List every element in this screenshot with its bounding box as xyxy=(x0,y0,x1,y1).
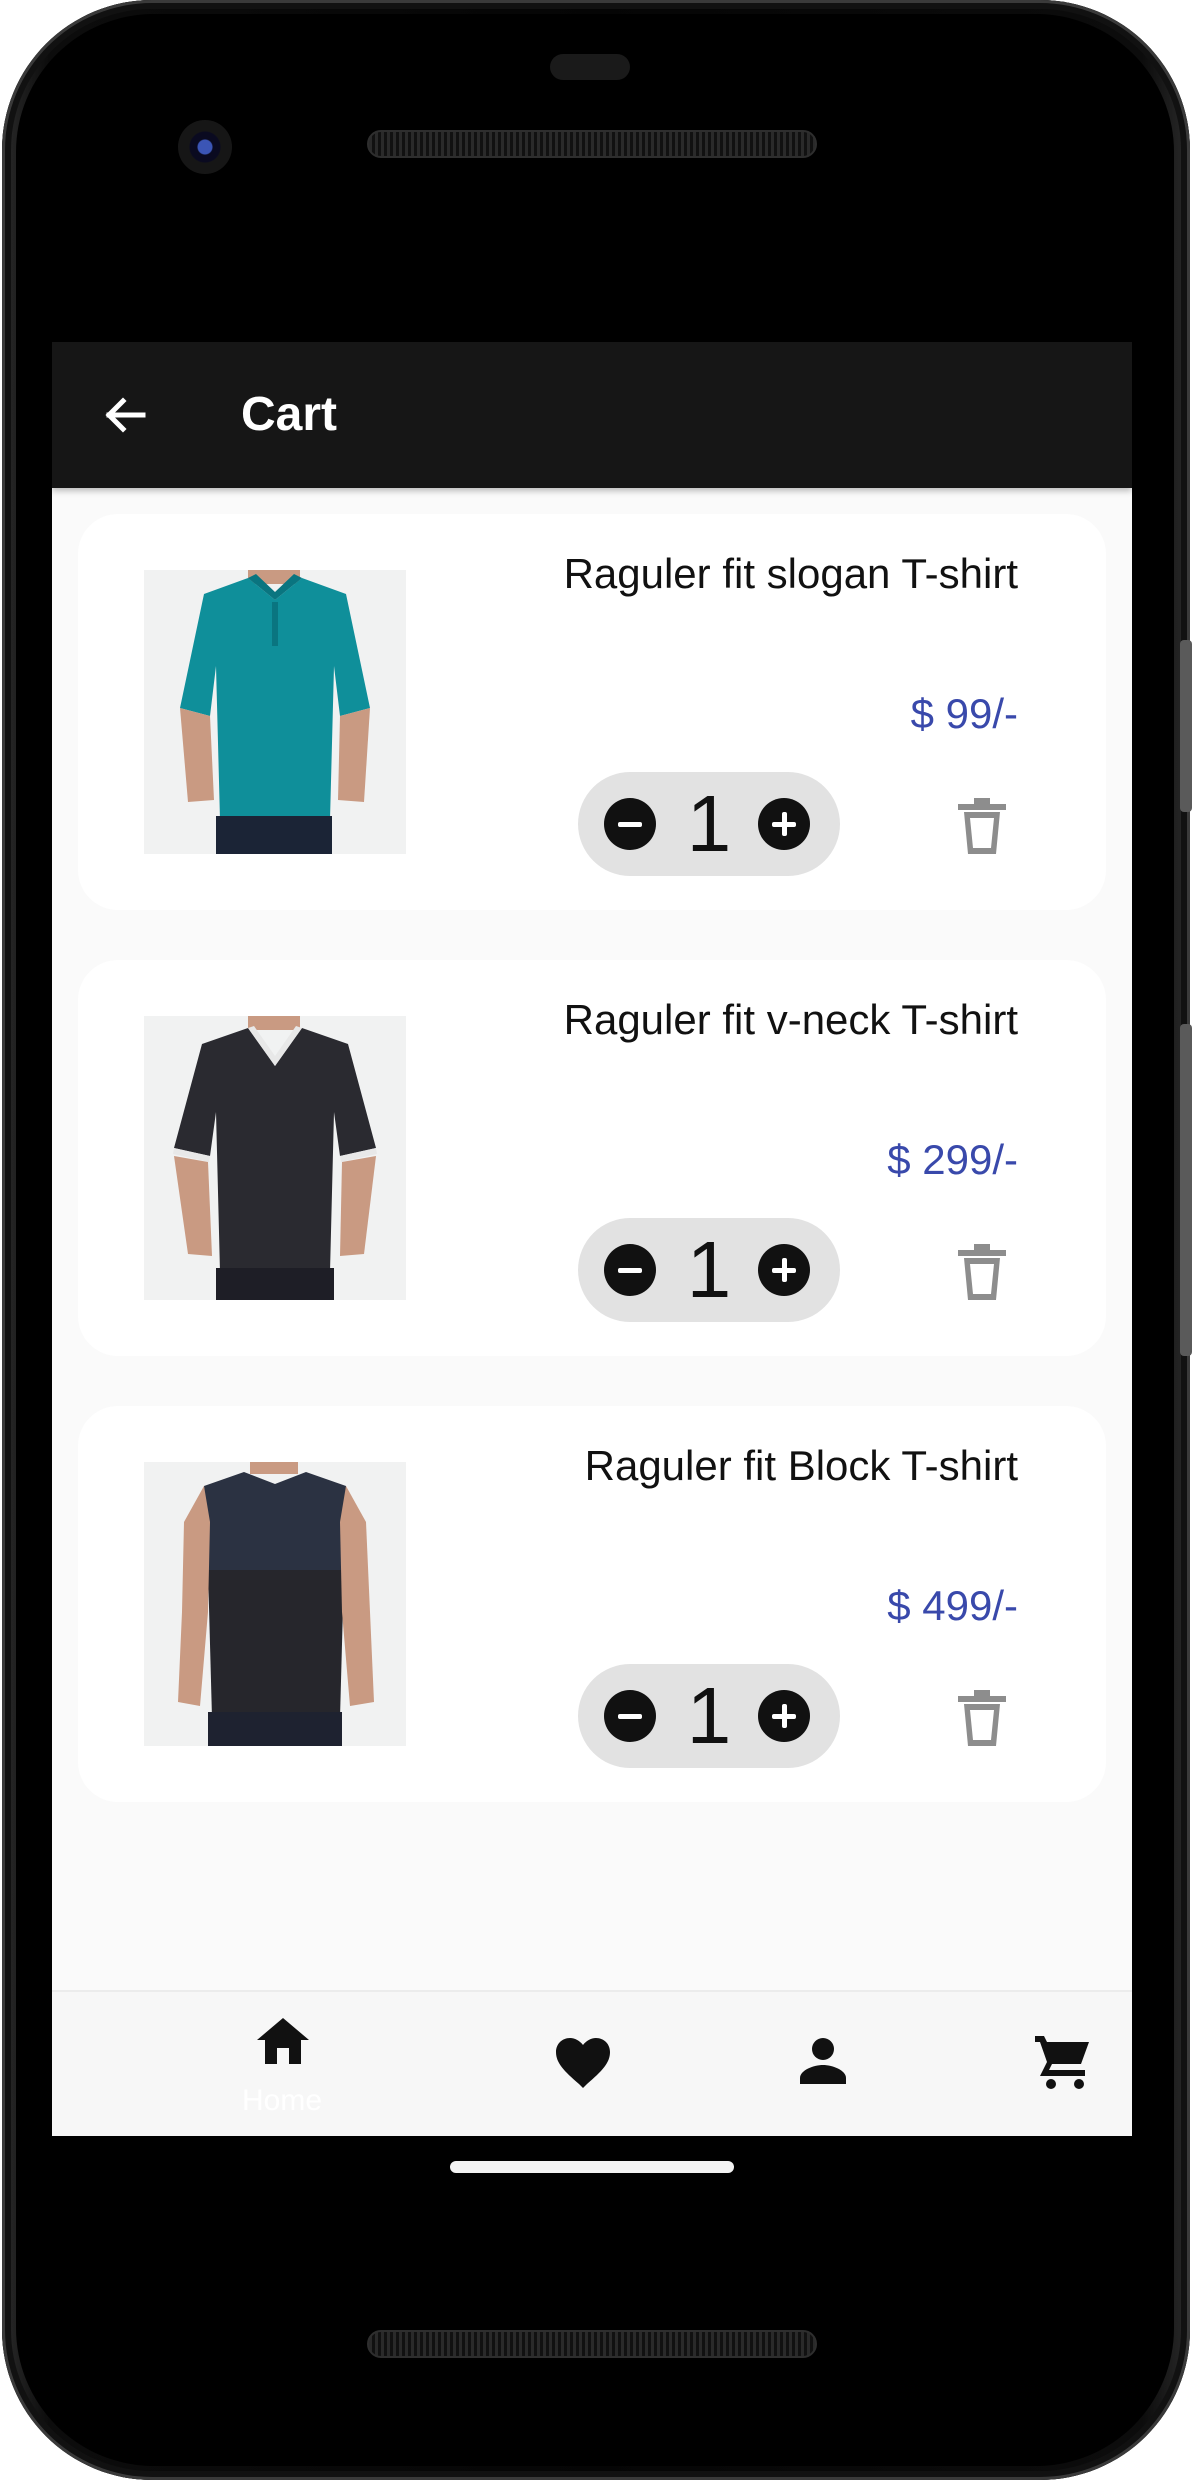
delete-item-button[interactable] xyxy=(954,1242,1010,1302)
volume-button xyxy=(1180,640,1192,812)
decrease-quantity-button[interactable] xyxy=(604,1690,656,1742)
sensor-notch xyxy=(550,54,630,80)
product-name: Raguler fit slogan T-shirt xyxy=(563,550,1018,597)
delete-item-button[interactable] xyxy=(954,1688,1010,1748)
product-image[interactable] xyxy=(144,1462,406,1746)
quantity-stepper: 1 xyxy=(578,1664,840,1768)
product-name: Raguler fit v-neck T-shirt xyxy=(563,996,1018,1043)
nav-item-profile[interactable] xyxy=(722,1992,922,2136)
home-indicator[interactable] xyxy=(450,2161,734,2173)
app-screen: Cart Raguler fit slogan T-shirt $ 99/- 1… xyxy=(52,342,1132,2136)
quantity-value: 1 xyxy=(686,1671,732,1760)
product-image[interactable] xyxy=(144,570,406,854)
heart-icon xyxy=(556,2038,610,2088)
page-title: Cart xyxy=(241,388,338,441)
front-camera xyxy=(178,120,232,174)
product-price: $ 299/- xyxy=(887,1136,1018,1183)
nav-label-home: Home xyxy=(241,2084,323,2117)
bottom-navigation: Home xyxy=(52,1990,1132,2136)
back-button[interactable] xyxy=(92,382,158,448)
phone-frame: Cart Raguler fit slogan T-shirt $ 99/- 1… xyxy=(0,0,1194,2480)
quantity-value: 1 xyxy=(686,1225,732,1314)
cart-icon xyxy=(1035,2036,1089,2089)
increase-quantity-button[interactable] xyxy=(758,798,810,850)
home-icon xyxy=(257,2018,309,2064)
cart-item-card: Raguler fit v-neck T-shirt $ 299/- 1 xyxy=(78,960,1106,1356)
trash-icon xyxy=(958,1690,1006,1746)
bottom-speaker xyxy=(367,2330,817,2358)
product-price: $ 499/- xyxy=(887,1582,1018,1629)
product-image[interactable] xyxy=(144,1016,406,1300)
trash-icon xyxy=(958,798,1006,854)
app-bar: Cart xyxy=(52,342,1132,488)
decrease-quantity-button[interactable] xyxy=(604,1244,656,1296)
cart-item-card: Raguler fit Block T-shirt $ 499/- 1 xyxy=(78,1406,1106,1802)
product-price: $ 99/- xyxy=(910,690,1018,737)
delete-item-button[interactable] xyxy=(954,796,1010,856)
quantity-value: 1 xyxy=(686,779,732,868)
nav-item-cart[interactable] xyxy=(962,1992,1132,2136)
quantity-stepper: 1 xyxy=(578,1218,840,1322)
quantity-stepper: 1 xyxy=(578,772,840,876)
person-icon xyxy=(800,2038,846,2084)
top-speaker xyxy=(367,130,817,158)
back-arrow-icon xyxy=(105,397,146,433)
power-button xyxy=(1180,1024,1192,1356)
increase-quantity-button[interactable] xyxy=(758,1690,810,1742)
nav-item-home[interactable]: Home xyxy=(182,1992,382,2136)
decrease-quantity-button[interactable] xyxy=(604,798,656,850)
trash-icon xyxy=(958,1244,1006,1300)
nav-item-favorites[interactable] xyxy=(482,1992,682,2136)
cart-item-card: Raguler fit slogan T-shirt $ 99/- 1 xyxy=(78,514,1106,910)
product-name: Raguler fit Block T-shirt xyxy=(584,1442,1018,1489)
increase-quantity-button[interactable] xyxy=(758,1244,810,1296)
